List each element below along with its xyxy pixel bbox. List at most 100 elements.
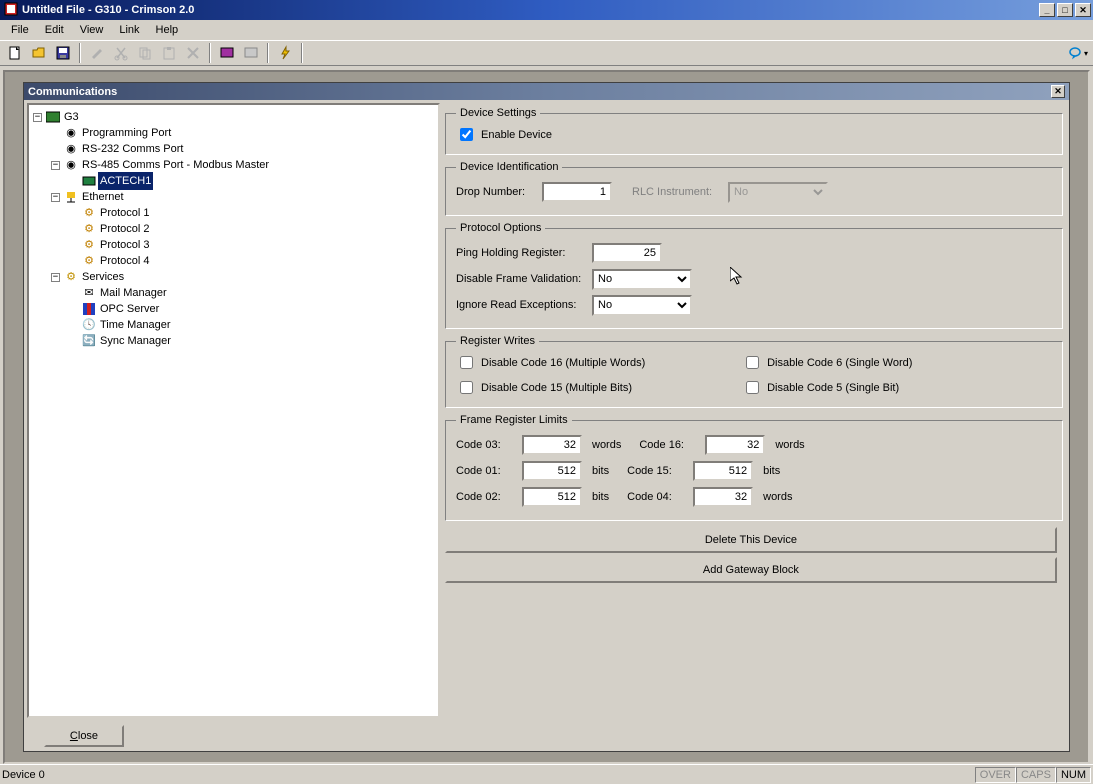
time-icon: 🕓 bbox=[82, 318, 96, 332]
code01-label: Code 01: bbox=[456, 465, 516, 477]
window-title: Untitled File - G310 - Crimson 2.0 bbox=[22, 4, 194, 16]
code02-label: Code 02: bbox=[456, 491, 516, 503]
port-icon: ◉ bbox=[64, 126, 78, 140]
protocol-icon: ⚙ bbox=[82, 222, 96, 236]
device-id-group: Device Identification Drop Number: RLC I… bbox=[445, 161, 1063, 216]
protocol-icon: ⚙ bbox=[82, 238, 96, 252]
menubar: File Edit View Link Help bbox=[0, 20, 1093, 40]
new-icon[interactable] bbox=[4, 42, 26, 64]
balloon-icon[interactable]: ▾ bbox=[1067, 42, 1089, 64]
disable-code5-checkbox[interactable]: Disable Code 5 (Single Bit) bbox=[742, 378, 1028, 397]
legend: Device Identification bbox=[456, 161, 562, 173]
device-settings-group: Device Settings Enable Device bbox=[445, 107, 1063, 155]
mail-icon: ✉ bbox=[82, 286, 96, 300]
menu-file[interactable]: File bbox=[4, 22, 36, 38]
panel-close-button[interactable]: ✕ bbox=[1051, 85, 1065, 98]
code16-input[interactable] bbox=[705, 435, 765, 455]
code04-input[interactable] bbox=[693, 487, 753, 507]
code01-input[interactable] bbox=[522, 461, 582, 481]
detail-pane: Device Settings Enable Device Device Ide… bbox=[443, 100, 1069, 721]
protocol-icon: ⚙ bbox=[82, 206, 96, 220]
add-gateway-button[interactable]: Add Gateway Block bbox=[445, 557, 1057, 583]
services-icon: ⚙ bbox=[64, 270, 78, 284]
open-icon[interactable] bbox=[28, 42, 50, 64]
delete-device-button[interactable]: Delete This Device bbox=[445, 527, 1057, 553]
close-panel-button[interactable]: Close bbox=[44, 725, 124, 747]
save-icon[interactable] bbox=[52, 42, 74, 64]
code16-unit: words bbox=[775, 439, 804, 451]
frame-val-select[interactable]: No bbox=[592, 269, 692, 290]
maximize-button[interactable]: □ bbox=[1057, 3, 1073, 17]
expand-icon[interactable]: − bbox=[51, 161, 60, 170]
frame-limits-group: Frame Register Limits Code 03: words Cod… bbox=[445, 414, 1063, 521]
code04-unit: words bbox=[763, 491, 792, 503]
minimize-button[interactable]: _ bbox=[1039, 3, 1055, 17]
code03-unit: words bbox=[592, 439, 621, 451]
code03-label: Code 03: bbox=[456, 439, 516, 451]
rlc-label: RLC Instrument: bbox=[632, 186, 722, 198]
panel-title: Communications bbox=[28, 86, 117, 98]
delete-icon[interactable] bbox=[182, 42, 204, 64]
code15-input[interactable] bbox=[693, 461, 753, 481]
ignore-label: Ignore Read Exceptions: bbox=[456, 299, 586, 311]
code02-input[interactable] bbox=[522, 487, 582, 507]
legend: Frame Register Limits bbox=[456, 414, 572, 426]
screen1-icon[interactable] bbox=[216, 42, 238, 64]
titlebar: Untitled File - G310 - Crimson 2.0 _ □ ✕ bbox=[0, 0, 1093, 20]
port-icon: ◉ bbox=[64, 142, 78, 156]
ping-label: Ping Holding Register: bbox=[456, 247, 586, 259]
app-icon bbox=[4, 2, 18, 19]
panel-titlebar: Communications ✕ bbox=[24, 83, 1069, 100]
disable-code15-checkbox[interactable]: Disable Code 15 (Multiple Bits) bbox=[456, 378, 742, 397]
tree-root[interactable]: G3 bbox=[62, 108, 81, 126]
edit-icon[interactable] bbox=[86, 42, 108, 64]
menu-view[interactable]: View bbox=[73, 22, 111, 38]
device-icon bbox=[46, 110, 60, 124]
expand-icon[interactable]: − bbox=[51, 273, 60, 282]
code16-label: Code 16: bbox=[639, 439, 699, 451]
status-over: OVER bbox=[975, 767, 1016, 783]
enable-device-input[interactable] bbox=[460, 128, 473, 141]
drop-number-input[interactable] bbox=[542, 182, 612, 202]
cut-icon[interactable] bbox=[110, 42, 132, 64]
enable-device-label: Enable Device bbox=[481, 129, 552, 141]
ethernet-icon bbox=[64, 190, 78, 204]
code04-label: Code 04: bbox=[627, 491, 687, 503]
port-icon: ◉ bbox=[64, 158, 78, 172]
ping-input[interactable] bbox=[592, 243, 662, 263]
status-num: NUM bbox=[1056, 767, 1091, 783]
lightning-icon[interactable] bbox=[274, 42, 296, 64]
expand-icon[interactable]: − bbox=[51, 193, 60, 202]
frame-val-label: Disable Frame Validation: bbox=[456, 273, 586, 285]
register-writes-group: Register Writes Disable Code 16 (Multipl… bbox=[445, 335, 1063, 408]
menu-edit[interactable]: Edit bbox=[38, 22, 71, 38]
legend: Register Writes bbox=[456, 335, 539, 347]
paste-icon[interactable] bbox=[158, 42, 180, 64]
tree-item[interactable]: Sync Manager bbox=[98, 332, 173, 350]
copy-icon[interactable] bbox=[134, 42, 156, 64]
code03-input[interactable] bbox=[522, 435, 582, 455]
code01-unit: bits bbox=[592, 465, 609, 477]
disable-code16-checkbox[interactable]: Disable Code 16 (Multiple Words) bbox=[456, 353, 742, 372]
ignore-select[interactable]: No bbox=[592, 295, 692, 316]
chip-icon bbox=[82, 174, 96, 188]
code15-label: Code 15: bbox=[627, 465, 687, 477]
legend: Device Settings bbox=[456, 107, 540, 119]
menu-link[interactable]: Link bbox=[112, 22, 146, 38]
protocol-options-group: Protocol Options Ping Holding Register: … bbox=[445, 222, 1063, 329]
enable-device-checkbox[interactable]: Enable Device bbox=[456, 125, 1052, 144]
workspace: Communications ✕ − G3 ◉Pr bbox=[3, 70, 1090, 764]
disable-code6-checkbox[interactable]: Disable Code 6 (Single Word) bbox=[742, 353, 1028, 372]
tree-pane[interactable]: − G3 ◉Programming Port ◉RS-232 Comms Por… bbox=[27, 103, 440, 718]
communications-window: Communications ✕ − G3 ◉Pr bbox=[23, 82, 1070, 752]
protocol-icon: ⚙ bbox=[82, 254, 96, 268]
sync-icon: 🔄 bbox=[82, 334, 96, 348]
statusbar: Device 0 OVER CAPS NUM bbox=[0, 764, 1093, 784]
status-text: Device 0 bbox=[2, 769, 45, 781]
menu-help[interactable]: Help bbox=[149, 22, 186, 38]
close-button[interactable]: ✕ bbox=[1075, 3, 1091, 17]
screen2-icon[interactable] bbox=[240, 42, 262, 64]
toolbar: ▾ bbox=[0, 40, 1093, 66]
legend: Protocol Options bbox=[456, 222, 545, 234]
expand-icon[interactable]: − bbox=[33, 113, 42, 122]
